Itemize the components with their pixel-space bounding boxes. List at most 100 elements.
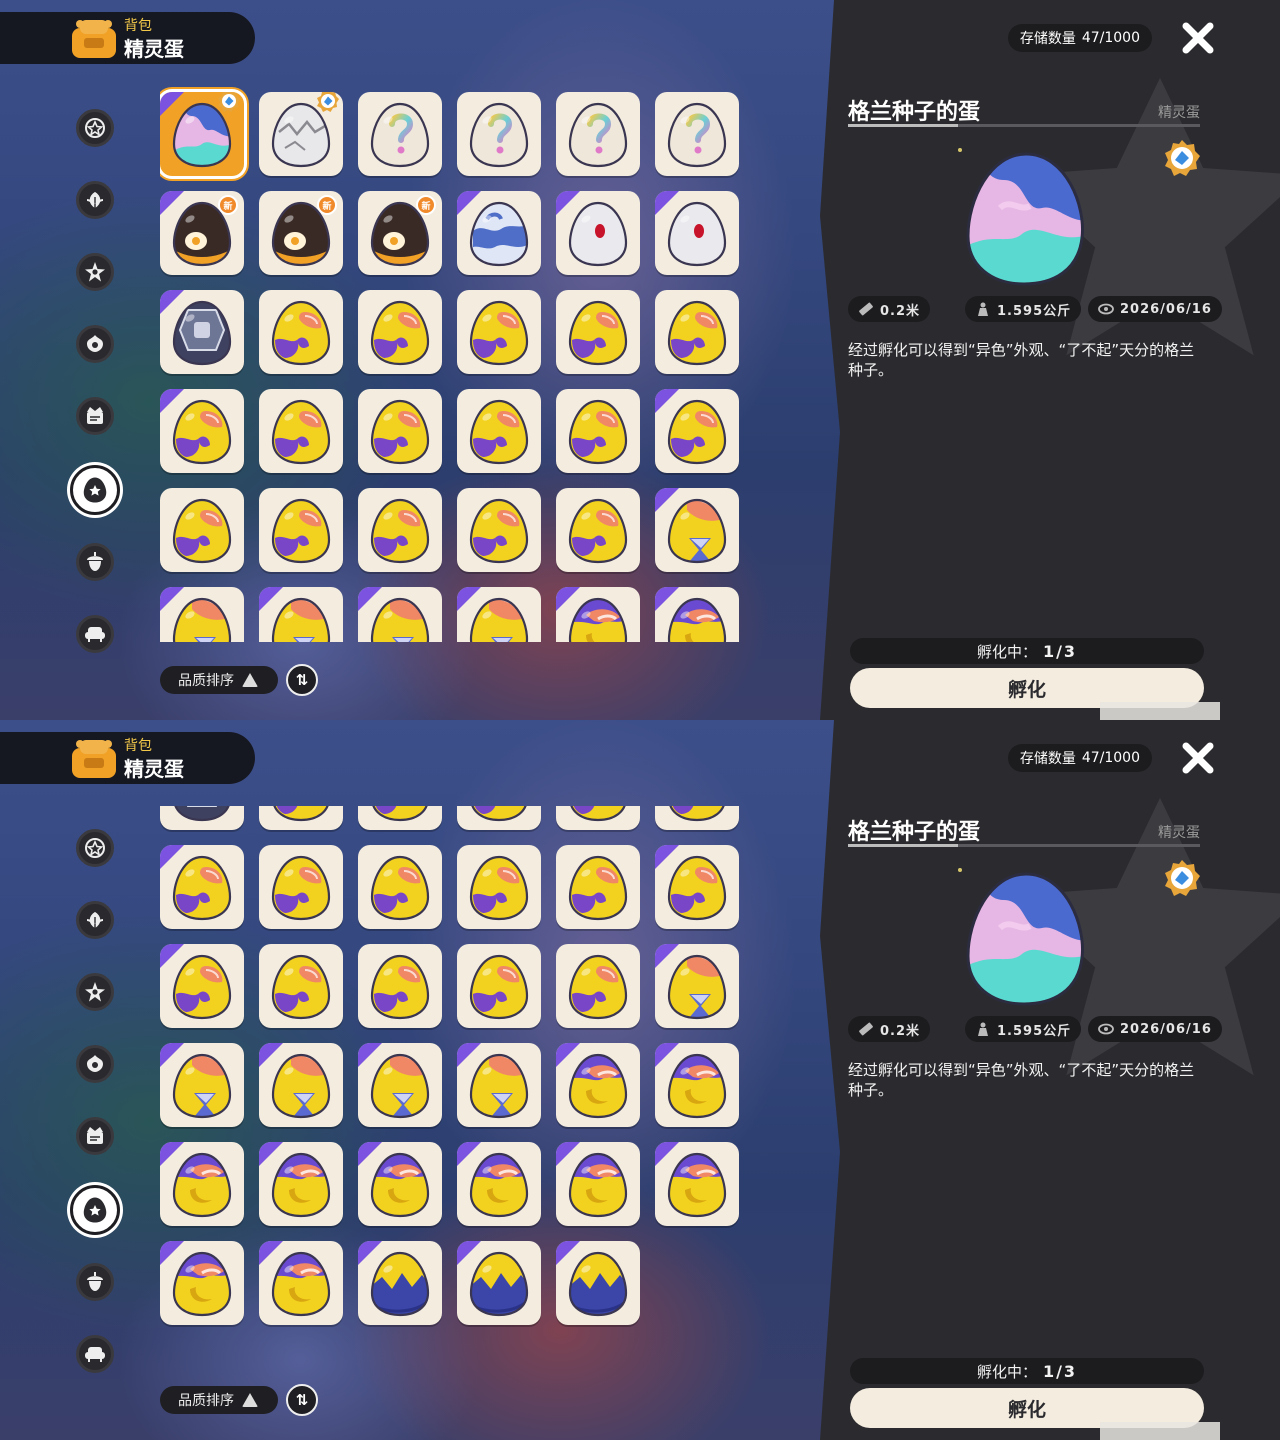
egg-slot-yellow-purple[interactable] xyxy=(655,806,739,830)
category-armchair-button[interactable] xyxy=(76,615,114,653)
egg-slot-penguin[interactable]: 新 xyxy=(160,191,244,275)
category-crown-scroll-button[interactable] xyxy=(76,1117,114,1155)
egg-slot-hourglass[interactable] xyxy=(655,488,739,572)
egg-slot-hourglass[interactable] xyxy=(457,1043,541,1127)
egg-slot-yellow-purple[interactable] xyxy=(358,389,442,473)
egg-slot-yellow-purple[interactable] xyxy=(556,290,640,374)
egg-slot-red-dot[interactable] xyxy=(655,191,739,275)
egg-slot-yellow-purple[interactable] xyxy=(160,845,244,929)
egg-slot-yellow-purple[interactable] xyxy=(358,488,442,572)
category-flower-button[interactable] xyxy=(76,1045,114,1083)
category-crown-scroll-button[interactable] xyxy=(76,397,114,435)
egg-slot-yellow-purple[interactable] xyxy=(556,944,640,1028)
egg-slot-yellow-purple[interactable] xyxy=(160,944,244,1028)
egg-slot-hourglass[interactable] xyxy=(259,1043,343,1127)
egg-slot-yellow-purple[interactable] xyxy=(556,488,640,572)
egg-slot-yellow-purple[interactable] xyxy=(457,488,541,572)
moon-egg-icon xyxy=(370,1152,430,1218)
egg-slot-yellow-purple[interactable] xyxy=(160,488,244,572)
category-sparkle-star-button[interactable] xyxy=(76,253,114,291)
egg-slot-rainbow-q[interactable] xyxy=(358,92,442,176)
egg-slot-yellow-purple[interactable] xyxy=(556,845,640,929)
egg-slot-yellow-purple[interactable] xyxy=(358,806,442,830)
egg-slot-moon[interactable] xyxy=(160,1142,244,1226)
sort-direction-toggle[interactable]: ⇅ xyxy=(286,664,318,696)
egg-slot-grand[interactable] xyxy=(160,92,244,176)
egg-slot-moon[interactable] xyxy=(259,1241,343,1325)
category-flower-button[interactable] xyxy=(76,325,114,363)
category-leaf-button[interactable] xyxy=(76,181,114,219)
stat-height: 0.2米 xyxy=(848,1016,931,1042)
egg-slot-yellow-purple[interactable] xyxy=(556,806,640,830)
egg-slot-yellow-purple[interactable] xyxy=(655,389,739,473)
egg-slot-hourglass[interactable] xyxy=(160,587,244,642)
close-icon[interactable] xyxy=(1180,740,1216,776)
egg-slot-moon[interactable] xyxy=(556,1043,640,1127)
sort-quality-button[interactable]: 品质排序 xyxy=(160,1386,278,1414)
egg-slot-yellow-purple[interactable] xyxy=(457,944,541,1028)
category-sparkle-star-button[interactable] xyxy=(76,973,114,1011)
egg-slot-yellow-purple[interactable] xyxy=(259,806,343,830)
sort-quality-button[interactable]: 品质排序 xyxy=(160,666,278,694)
egg-slot-rainbow-q[interactable] xyxy=(457,92,541,176)
egg-slot-yellow-purple[interactable] xyxy=(457,290,541,374)
egg-slot-navy-crown[interactable] xyxy=(556,1241,640,1325)
egg-slot-yellow-purple[interactable] xyxy=(457,806,541,830)
egg-grid-viewport[interactable] xyxy=(160,806,760,1382)
new-badge: 新 xyxy=(416,195,436,215)
egg-slot-yellow-purple[interactable] xyxy=(259,389,343,473)
egg-slot-yellow-purple[interactable] xyxy=(457,389,541,473)
egg-grid-viewport[interactable]: 新 新 新 xyxy=(160,86,760,642)
category-armchair-button[interactable] xyxy=(76,1335,114,1373)
egg-slot-navy-crown[interactable] xyxy=(457,1241,541,1325)
egg-slot-penguin[interactable]: 新 xyxy=(259,191,343,275)
egg-slot-yellow-purple[interactable] xyxy=(358,845,442,929)
egg-slot-hourglass[interactable] xyxy=(358,1043,442,1127)
sort-direction-toggle[interactable]: ⇅ xyxy=(286,1384,318,1416)
egg-slot-hourglass[interactable] xyxy=(160,1043,244,1127)
category-egg-button[interactable] xyxy=(70,1185,120,1235)
egg-slot-moon[interactable] xyxy=(556,587,640,642)
category-acorn-button[interactable] xyxy=(76,1263,114,1301)
egg-slot-yellow-purple[interactable] xyxy=(259,488,343,572)
egg-slot-rainbow-q[interactable] xyxy=(655,92,739,176)
egg-slot-navy-crown[interactable] xyxy=(358,1241,442,1325)
category-egg-button[interactable] xyxy=(70,465,120,515)
category-acorn-button[interactable] xyxy=(76,543,114,581)
egg-slot-moon[interactable] xyxy=(358,1142,442,1226)
egg-slot-red-dot[interactable] xyxy=(556,191,640,275)
egg-slot-yellow-purple[interactable] xyxy=(358,290,442,374)
egg-slot-moon[interactable] xyxy=(259,1142,343,1226)
egg-slot-yellow-purple[interactable] xyxy=(655,845,739,929)
category-star-badge-button[interactable] xyxy=(76,109,114,147)
egg-slot-moon[interactable] xyxy=(655,1043,739,1127)
egg-slot-yellow-purple[interactable] xyxy=(259,845,343,929)
stat-weight-value: 1.595公斤 xyxy=(997,303,1072,319)
egg-slot-penguin[interactable]: 新 xyxy=(358,191,442,275)
flower-icon xyxy=(87,1055,103,1072)
egg-slot-yellow-purple[interactable] xyxy=(457,845,541,929)
egg-slot-hourglass[interactable] xyxy=(358,587,442,642)
egg-slot-moon[interactable] xyxy=(457,1142,541,1226)
egg-slot-yellow-purple[interactable] xyxy=(556,389,640,473)
egg-slot-cracked[interactable] xyxy=(259,92,343,176)
egg-slot-yellow-purple[interactable] xyxy=(160,389,244,473)
egg-slot-hourglass[interactable] xyxy=(655,944,739,1028)
close-icon[interactable] xyxy=(1180,20,1216,56)
egg-slot-dark-shell[interactable] xyxy=(160,806,244,830)
egg-slot-hourglass[interactable] xyxy=(457,587,541,642)
egg-slot-hourglass[interactable] xyxy=(259,587,343,642)
egg-slot-dark-shell[interactable] xyxy=(160,290,244,374)
egg-slot-yellow-purple[interactable] xyxy=(655,290,739,374)
egg-slot-moon[interactable] xyxy=(160,1241,244,1325)
category-star-badge-button[interactable] xyxy=(76,829,114,867)
egg-slot-moon[interactable] xyxy=(655,1142,739,1226)
category-leaf-button[interactable] xyxy=(76,901,114,939)
egg-slot-yellow-purple[interactable] xyxy=(259,944,343,1028)
egg-slot-rainbow-q[interactable] xyxy=(556,92,640,176)
egg-slot-cloud[interactable] xyxy=(457,191,541,275)
egg-slot-moon[interactable] xyxy=(655,587,739,642)
egg-slot-moon[interactable] xyxy=(556,1142,640,1226)
egg-slot-yellow-purple[interactable] xyxy=(358,944,442,1028)
egg-slot-yellow-purple[interactable] xyxy=(259,290,343,374)
